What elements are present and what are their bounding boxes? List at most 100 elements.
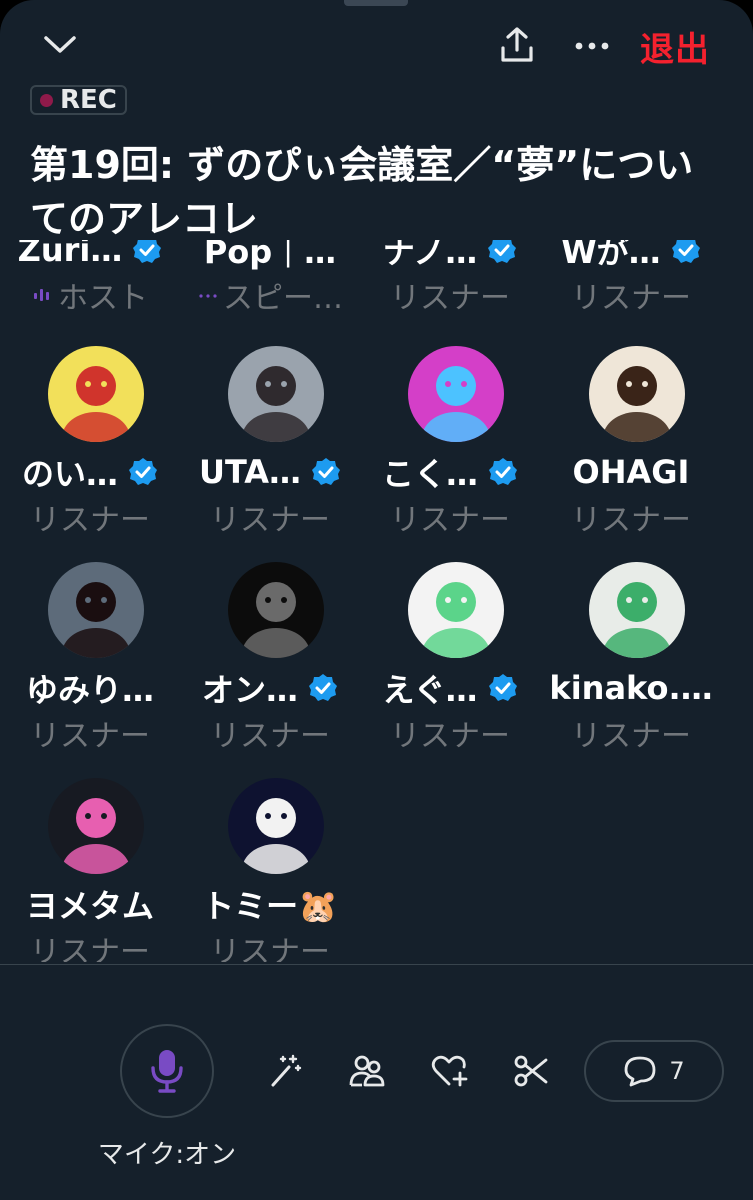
effects-wand-icon[interactable] xyxy=(264,1050,306,1092)
comment-bubble-icon xyxy=(624,1056,656,1087)
participant-card[interactable]: ゆみり… リスナー xyxy=(0,562,180,772)
divider xyxy=(0,964,753,965)
participant-role: リスナー xyxy=(571,503,691,538)
participant-role-row: リスナー xyxy=(541,713,721,754)
participants-people-icon[interactable] xyxy=(346,1050,388,1092)
collapse-chevron-icon[interactable] xyxy=(40,28,80,62)
participant-card[interactable]: えぐ… リスナー xyxy=(360,562,540,772)
participant-name-row: kinako.… xyxy=(541,668,721,708)
participant-role: リスナー xyxy=(571,281,691,316)
participant-role-row: リスナー xyxy=(360,713,540,754)
participant-role-row: リスナー xyxy=(541,275,721,316)
participant-role-row: リスナー xyxy=(0,497,180,538)
participant-role-row: スピー… xyxy=(180,275,360,316)
participant-name-row: オン… xyxy=(180,668,360,709)
participant-card[interactable]: ヨメタム リスナー xyxy=(0,778,180,962)
participant-name-row: OHAGI xyxy=(541,452,721,492)
participant-card[interactable]: のい… リスナー xyxy=(0,346,180,556)
participant-name-row: Wが… xyxy=(541,240,721,271)
participant-name-row: Zuri… xyxy=(0,240,180,270)
participant-role: リスナー xyxy=(30,935,150,962)
participant-card[interactable]: オン… リスナー xyxy=(180,562,360,772)
recording-badge: REC xyxy=(30,85,127,115)
verified-badge-icon xyxy=(671,240,700,263)
avatar[interactable] xyxy=(228,562,324,658)
speaker-dots-icon xyxy=(199,294,217,298)
participant-card[interactable]: Pop｜… スピー… xyxy=(180,240,360,334)
participant-role: リスナー xyxy=(390,281,510,316)
participant-name-row: ヨメタム xyxy=(0,884,180,925)
microphone-button[interactable] xyxy=(120,1024,214,1118)
participant-name: Zuri… xyxy=(17,240,123,269)
avatar[interactable] xyxy=(408,562,504,658)
participants-grid: Zuri… ホスト Pop｜… スピー… ナノ… リスナー Wが… リスナー のい… リスナー UT… xyxy=(0,240,753,962)
microphone-icon xyxy=(151,1050,183,1093)
record-dot-icon xyxy=(40,93,53,107)
participant-role: ホスト xyxy=(58,281,148,316)
participant-role: リスナー xyxy=(390,503,510,538)
participant-role: リスナー xyxy=(210,719,330,754)
participant-name: トミー🐹 xyxy=(202,887,338,925)
avatar[interactable] xyxy=(48,562,144,658)
participant-card[interactable]: UTA… リスナー xyxy=(180,346,360,556)
heart-plus-icon[interactable] xyxy=(428,1050,470,1092)
participant-card[interactable]: トミー🐹 リスナー xyxy=(180,778,360,962)
participant-card[interactable]: ナノ… リスナー xyxy=(360,240,540,334)
participant-role: スピー… xyxy=(223,281,343,316)
space-sheet: 退出 REC 第19回: ずのぴぃ会議室／“夢”についてのアレコレ Zuri… ホ… xyxy=(0,0,753,1200)
participant-name: kinako.… xyxy=(549,669,713,707)
participant-name: Wが… xyxy=(561,240,661,271)
space-title: 第19回: ずのぴぃ会議室／“夢”についてのアレコレ xyxy=(30,143,694,241)
leave-button[interactable]: 退出 xyxy=(640,22,710,71)
host-bars-icon xyxy=(34,289,49,301)
participant-role-row: ホスト xyxy=(0,275,180,316)
participant-role-row: リスナー xyxy=(180,929,360,962)
participant-role-row: リスナー xyxy=(360,275,540,316)
avatar[interactable] xyxy=(408,346,504,442)
verified-badge-icon xyxy=(129,458,157,485)
participant-name-row: ナノ… xyxy=(360,240,540,271)
participant-name-row: のい… xyxy=(0,452,180,493)
participant-role: リスナー xyxy=(210,935,330,962)
participant-name-row: トミー🐹 xyxy=(180,884,360,925)
participant-role-row: リスナー xyxy=(180,497,360,538)
microphone-status-label: マイク:オン xyxy=(97,1140,237,1170)
recording-label: REC xyxy=(60,85,117,115)
participant-name-row: UTA… xyxy=(180,452,360,492)
participant-name-row: ゆみり… xyxy=(0,668,180,709)
more-options-icon[interactable] xyxy=(572,26,612,66)
participant-card[interactable]: Wが… リスナー xyxy=(541,240,721,334)
participant-role-row: リスナー xyxy=(180,713,360,754)
participant-card[interactable]: こく… リスナー xyxy=(360,346,540,556)
verified-badge-icon xyxy=(488,674,517,701)
participant-card[interactable]: kinako.… リスナー xyxy=(541,562,721,772)
participant-role-row: リスナー xyxy=(0,929,180,962)
participant-card[interactable]: OHAGI リスナー xyxy=(541,346,721,556)
comment-count: 7 xyxy=(669,1057,685,1085)
participant-role: リスナー xyxy=(210,503,330,538)
participant-name: オン… xyxy=(201,671,298,709)
participant-role: リスナー xyxy=(571,719,691,754)
avatar[interactable] xyxy=(589,562,685,658)
participant-name: こく… xyxy=(381,455,478,493)
participant-card[interactable]: Zuri… ホスト xyxy=(0,240,180,334)
verified-badge-icon xyxy=(489,458,517,485)
participant-name: UTA… xyxy=(198,453,302,491)
avatar[interactable] xyxy=(589,346,685,442)
avatar[interactable] xyxy=(228,778,324,874)
sheet-grabber[interactable] xyxy=(344,0,408,6)
avatar[interactable] xyxy=(48,778,144,874)
participant-role-row: リスナー xyxy=(541,497,721,538)
comments-button[interactable]: 7 xyxy=(584,1040,724,1102)
participant-role: リスナー xyxy=(390,719,510,754)
clip-scissors-icon[interactable] xyxy=(510,1050,552,1092)
participant-role: リスナー xyxy=(30,503,150,538)
avatar[interactable] xyxy=(48,346,144,442)
share-icon[interactable] xyxy=(496,24,538,66)
participant-name-row: こく… xyxy=(360,452,540,493)
verified-badge-icon xyxy=(488,240,517,263)
participant-name: ゆみり… xyxy=(25,671,154,709)
avatar[interactable] xyxy=(228,346,324,442)
participant-name: のい… xyxy=(21,455,118,493)
participant-name: ヨメタム xyxy=(25,887,154,925)
